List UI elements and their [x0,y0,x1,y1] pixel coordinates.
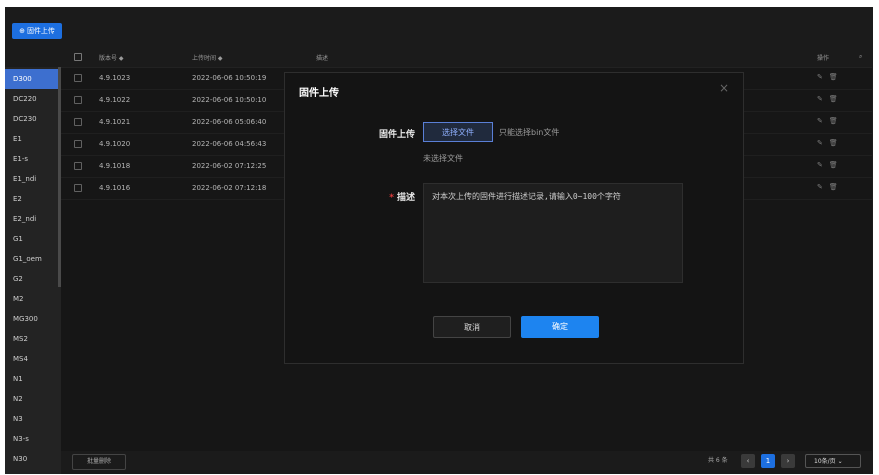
sidebar-item-n3-s[interactable]: N3-s [5,429,61,449]
sidebar-item-mg300[interactable]: MG300 [5,309,61,329]
cancel-button[interactable]: 取消 [433,316,511,338]
header-version[interactable]: 版本号 ◆ [99,53,124,62]
prev-page-button[interactable]: ‹ [741,454,755,468]
description-textarea[interactable]: 对本次上传的固件进行描述记录,请输入0~100个字符 [423,183,683,283]
sidebar-item-dc230[interactable]: DC230 [5,109,61,129]
sidebar-item-e2-ndi[interactable]: E2_ndi [5,209,61,229]
upload-icon: ⊕ [19,27,25,35]
sidebar-item-n30[interactable]: N30 [5,449,61,469]
sidebar-item-g1-oem[interactable]: G1_oem [5,249,61,269]
sidebar-item-g2[interactable]: G2 [5,269,61,289]
total-count: 共 6 条 [708,457,728,464]
file-type-hint: 只能选择bin文件 [499,128,560,137]
header-description: 描述 [316,55,329,62]
next-page-button[interactable]: › [781,454,795,468]
device-model-sidebar: D300 DC220 DC230 E1 E1-s E1_ndi E2 E2_nd… [5,67,61,474]
sidebar-item-e1[interactable]: E1 [5,129,61,149]
sidebar-item-n2[interactable]: N2 [5,389,61,409]
no-file-text: 未选择文件 [423,154,463,163]
close-icon[interactable]: × [719,81,729,95]
search-icon[interactable]: ⌕ [859,53,862,61]
sidebar-item-dc220[interactable]: DC220 [5,89,61,109]
choose-file-button[interactable]: 选择文件 [423,122,493,142]
required-marker: * [389,193,394,203]
confirm-button[interactable]: 确定 [521,316,599,338]
table-header: 版本号 ◆ 上传时间 ◆ 描述 操作 ⌕ [61,45,872,68]
chevron-down-icon: ⌄ [837,458,843,465]
header-upload-time[interactable]: 上传时间 ◆ [192,53,223,62]
sidebar-item-ms4[interactable]: MS4 [5,349,61,369]
select-all-checkbox[interactable] [74,53,82,61]
sidebar-item-ms2[interactable]: MS2 [5,329,61,349]
sidebar-item-e2[interactable]: E2 [5,189,61,209]
sidebar-item-e1-s[interactable]: E1-s [5,149,61,169]
batch-delete-button[interactable]: 批量删除 [72,454,126,470]
firmware-upload-dialog: 固件上传 × 固件上传 选择文件 只能选择bin文件 未选择文件 * 描述 对本次… [284,72,744,364]
file-label: 固件上传 [378,130,415,140]
sidebar-item-g1[interactable]: G1 [5,229,61,249]
sidebar-item-d300[interactable]: D300 [5,69,61,89]
dialog-title: 固件上传 [299,88,339,99]
sidebar-item-n3[interactable]: N3 [5,409,61,429]
sidebar-item-e1-ndi[interactable]: E1_ndi [5,169,61,189]
firmware-upload-button[interactable]: ⊕ 固件上传 [12,23,62,39]
page-1-button[interactable]: 1 [761,454,775,468]
sidebar-item-m2[interactable]: M2 [5,289,61,309]
sidebar-item-n1[interactable]: N1 [5,369,61,389]
page-size-select[interactable]: 10条/页 ⌄ [805,454,861,468]
header-actions: 操作 [817,55,830,62]
description-label: * 描述 [389,193,415,203]
